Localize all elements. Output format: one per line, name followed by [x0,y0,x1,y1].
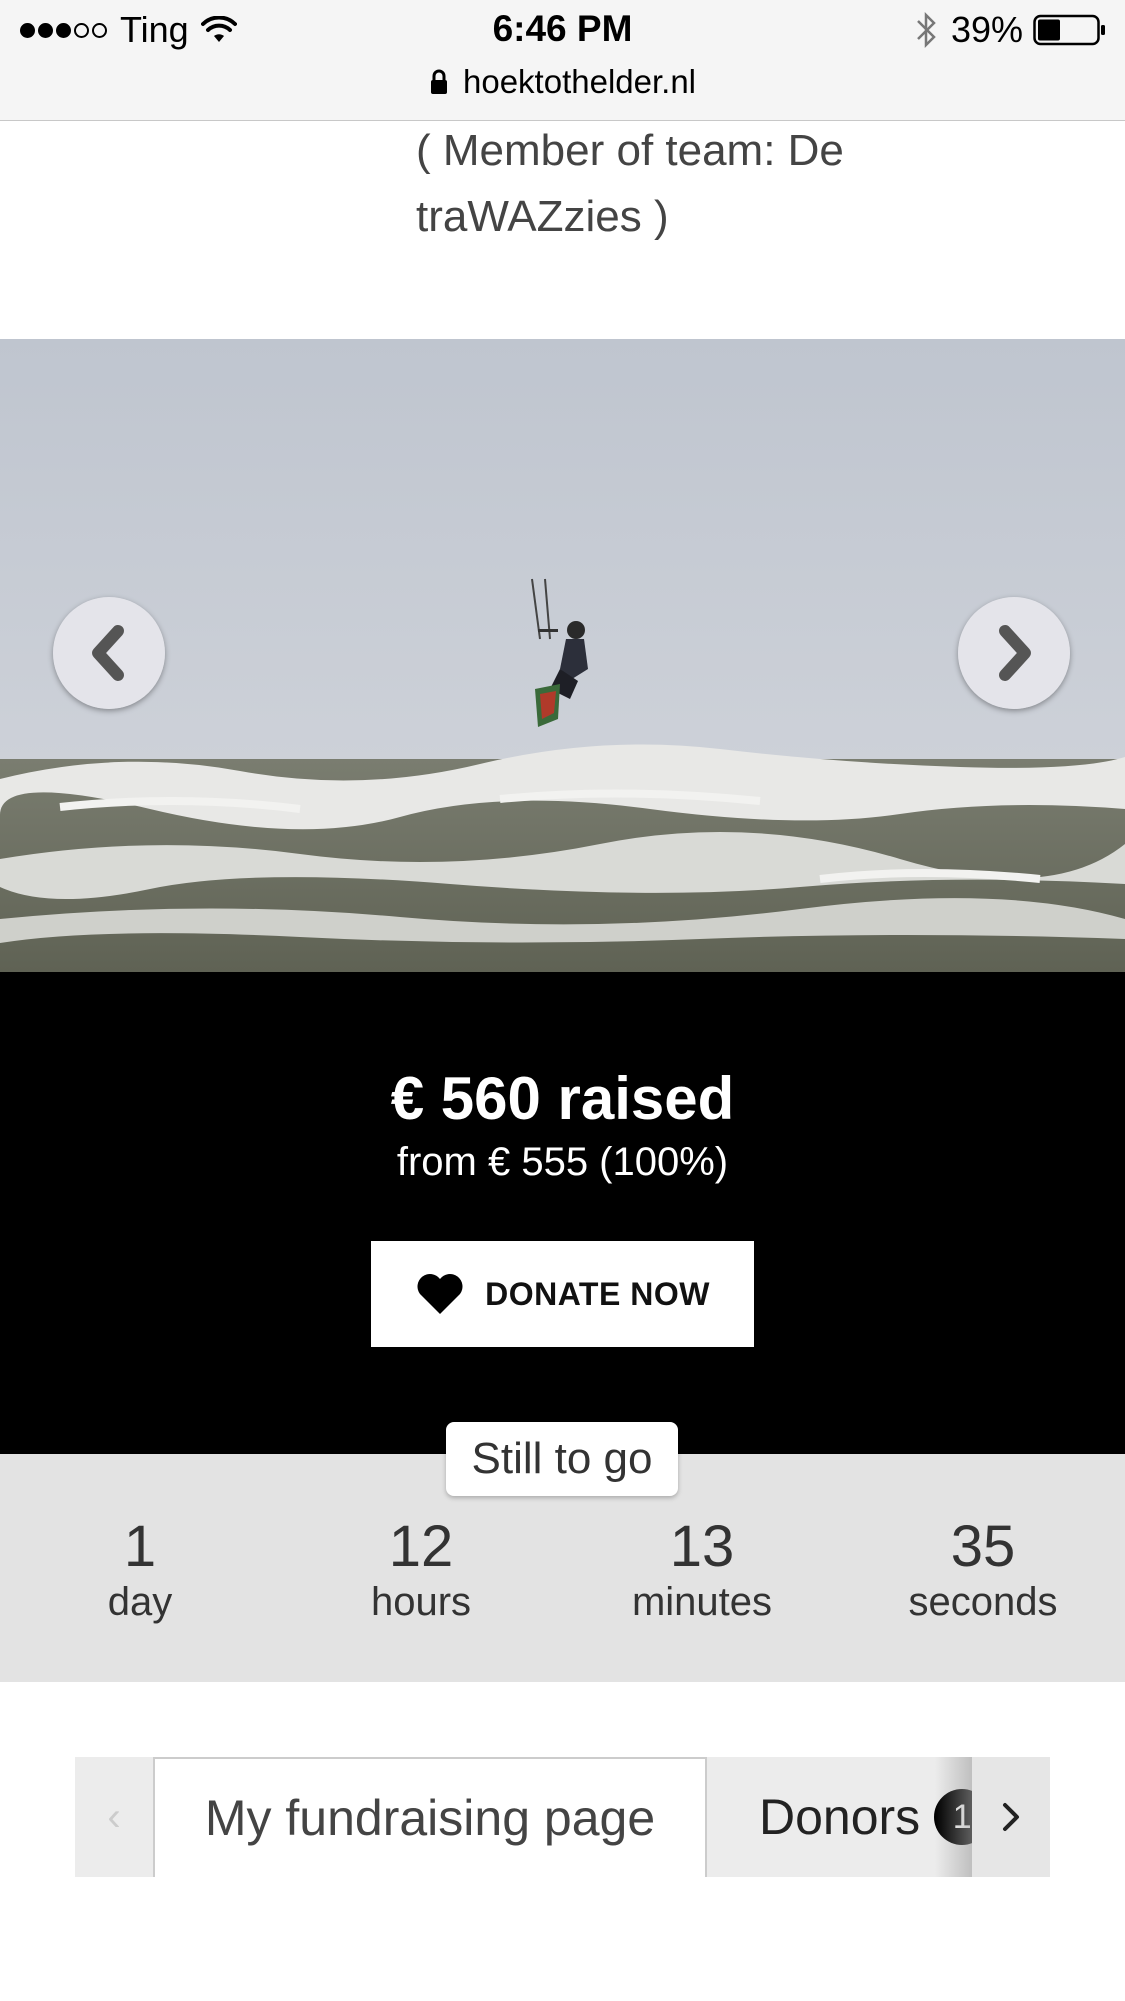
countdown-minutes: 13 minutes [562,1514,842,1624]
chevron-right-icon [1003,1803,1019,1831]
tab-my-fundraising-page[interactable]: My fundraising page [153,1757,707,1877]
amount-raised: € 560 raised [390,1065,735,1132]
team-membership: ( Member of team: De traWAZzies ) [416,126,844,241]
carousel-prev-button[interactable] [53,597,165,709]
countdown-value: 35 [950,1514,1016,1579]
countdown-unit-label: hours [370,1580,472,1624]
donate-now-button[interactable]: DONATE NOW [371,1241,754,1347]
fundraising-goal: from € 555 (100%) [396,1140,729,1184]
chevron-right-icon [999,625,1031,681]
tabs-next-button[interactable] [972,1757,1050,1877]
status-bar: Ting 6:46 PM 39% hoektothelder.nl [0,0,1125,121]
battery-percent: 39% [950,9,1023,50]
carousel-next-button[interactable] [958,597,1070,709]
countdown-label: Still to go [446,1422,678,1496]
status-right: 39% [915,9,1107,50]
kitesurfer-photo [0,339,1125,972]
countdown-value: 1 [123,1514,157,1579]
tab-label: Donors [759,1789,921,1845]
countdown-unit-label: seconds [908,1580,1058,1624]
photo-carousel [0,339,1125,972]
countdown-unit-label: minutes [631,1580,773,1624]
countdown-value: 13 [669,1514,735,1579]
url-text: hoektothelder.nl [462,63,696,100]
countdown-days: 1 day [0,1514,280,1624]
chevron-left-icon: ‹ [107,1794,121,1839]
countdown-timer: Still to go 1 day 12 hours 13 minutes 35… [0,1422,1125,1682]
heart-icon [417,1274,463,1314]
countdown-value: 12 [388,1514,454,1579]
tabs-prev-button[interactable]: ‹ [75,1757,153,1877]
address-bar[interactable]: hoektothelder.nl [0,60,1125,104]
tab-label: My fundraising page [204,1790,656,1846]
countdown-seconds: 35 seconds [843,1514,1123,1624]
donate-label: DONATE NOW [485,1275,710,1312]
chevron-left-icon [92,625,124,681]
battery-icon [1033,14,1105,46]
fundraising-panel: € 560 raised from € 555 (100%) DONATE NO… [0,972,1125,1454]
page-tabs: ‹ My fundraising page Donors 1 [75,1757,1050,1877]
lock-icon [430,69,447,94]
countdown-hours: 12 hours [281,1514,561,1624]
bluetooth-icon [917,11,936,49]
countdown-unit-label: day [107,1580,173,1624]
